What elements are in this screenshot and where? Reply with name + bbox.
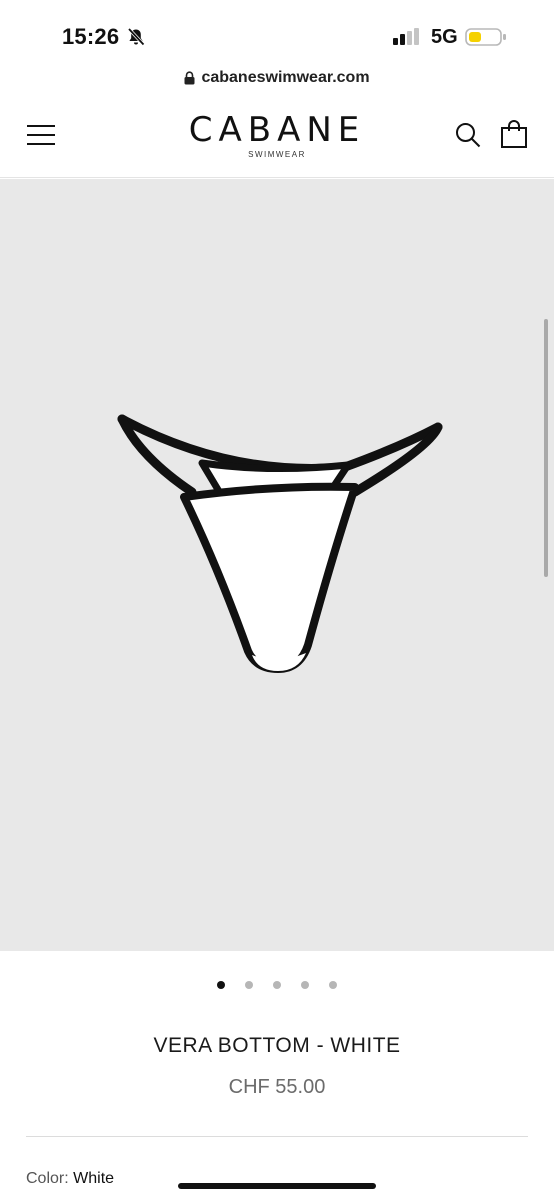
signal-bars-icon — [393, 28, 419, 45]
network-label: 5G — [431, 26, 458, 48]
battery-low-icon — [465, 28, 506, 46]
gallery-dot-4[interactable] — [301, 981, 309, 989]
logo-subtitle: SWIMWEAR — [248, 150, 306, 159]
shopping-bag-icon[interactable] — [500, 120, 528, 148]
site-header: CABANE SWIMWEAR — [0, 96, 554, 178]
status-bar: 15:26 5G — [0, 0, 554, 62]
product-image — [117, 414, 443, 673]
color-value: White — [73, 1170, 115, 1187]
gallery-pagination — [0, 981, 554, 993]
address-bar[interactable]: cabaneswimwear.com — [0, 62, 554, 94]
status-time: 15:26 — [62, 24, 120, 49]
product-title: VERA BOTTOM - WHITE — [153, 1034, 401, 1057]
color-label: Color: — [26, 1170, 69, 1187]
bell-slash-icon — [127, 27, 145, 46]
gallery-dot-2[interactable] — [245, 981, 253, 989]
home-indicator[interactable] — [178, 1183, 376, 1189]
divider — [26, 1136, 528, 1137]
url-text: cabaneswimwear.com — [201, 69, 370, 86]
color-selector-label: Color: White — [26, 1170, 114, 1188]
search-icon[interactable] — [455, 122, 481, 148]
gallery-dot-1[interactable] — [217, 981, 225, 989]
page-scroll-indicator — [544, 319, 548, 577]
product-image-gallery[interactable] — [0, 179, 554, 951]
lock-icon — [184, 71, 195, 85]
gallery-dot-3[interactable] — [273, 981, 281, 989]
product-price: CHF 55.00 — [228, 1076, 326, 1098]
gallery-dot-5[interactable] — [329, 981, 337, 989]
